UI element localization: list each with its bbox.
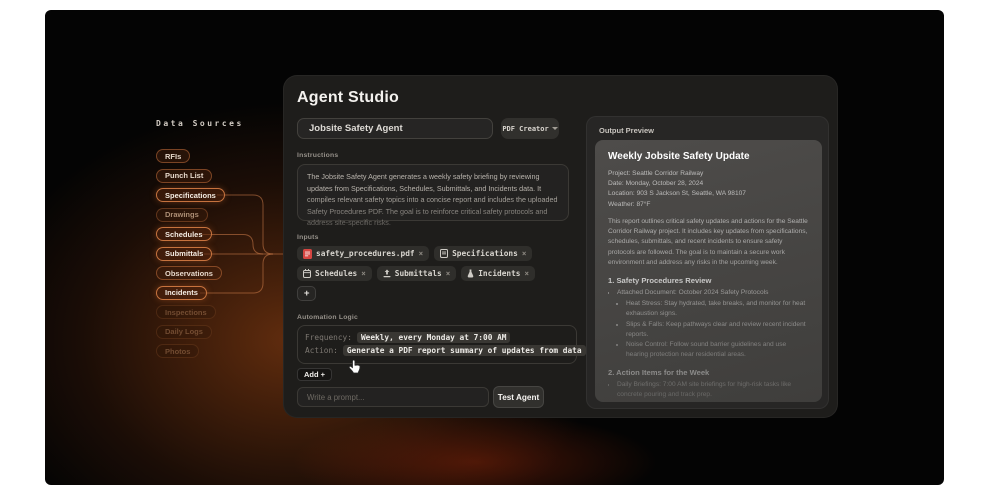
instructions-textarea[interactable]: The Jobsite Safety Agent generates a wee… <box>297 164 569 221</box>
output-preview-label: Output Preview <box>599 126 654 135</box>
report-section1-heading: 1. Safety Procedures Review <box>608 276 809 285</box>
report-card: Weekly Jobsite Safety Update Project: Se… <box>595 140 822 402</box>
instructions-text: The Jobsite Safety Agent generates a wee… <box>307 171 559 229</box>
report-section1-sublist: Heat Stress: Stay hydrated, take breaks,… <box>626 299 809 360</box>
output-preview-panel: Output Preview Weekly Jobsite Safety Upd… <box>586 116 829 409</box>
source-pill-schedules[interactable]: Schedules <box>156 227 212 241</box>
source-pill-submittals[interactable]: Submittals <box>156 247 212 261</box>
chip-label: Incidents <box>478 269 520 278</box>
report-section2-heading: 2. Action Items for the Week <box>608 368 809 377</box>
input-chips: safety_procedures.pdf × Specifications ×… <box>297 246 549 301</box>
agent-name-row: Jobsite Safety Agent PDF Creator <box>297 118 579 139</box>
automation-label: Automation Logic <box>297 314 579 321</box>
app-canvas: Data Sources RFIs Punch List Specificati… <box>45 10 944 485</box>
report-sub-bullet: Slips & Falls: Keep pathways clear and r… <box>626 320 809 340</box>
calendar-icon <box>303 269 311 278</box>
report-section2-list: Daily Briefings: 7:00 AM site briefings … <box>617 380 809 402</box>
add-input-button[interactable]: + <box>297 286 316 301</box>
upload-icon <box>383 269 391 278</box>
chevron-down-icon <box>552 127 558 130</box>
chip-label: Schedules <box>315 269 357 278</box>
instructions-label: Instructions <box>297 152 579 159</box>
source-pill-daily-logs[interactable]: Daily Logs <box>156 325 212 339</box>
prompt-input[interactable]: Write a prompt... <box>297 387 489 407</box>
source-pill-punch-list[interactable]: Punch List <box>156 169 212 183</box>
chip-label: Specifications <box>452 249 518 258</box>
incident-icon <box>467 269 474 278</box>
input-chip-submittals[interactable]: Submittals × <box>377 266 456 281</box>
report-meta-weather: Weather: 87°F <box>608 200 809 210</box>
report-bullet: Daily Briefings: 7:00 AM site briefings … <box>617 380 809 400</box>
page-title: Agent Studio <box>297 89 579 107</box>
frequency-value[interactable]: Weekly, every Monday at 7:00 AM <box>357 332 511 343</box>
output-type-dropdown[interactable]: PDF Creator <box>501 118 559 139</box>
frequency-row: Frequency: Weekly, every Monday at 7:00 … <box>305 332 569 343</box>
report-intro: This report outlines critical safety upd… <box>608 217 809 268</box>
inputs-label: Inputs <box>297 234 579 241</box>
source-pill-rfis[interactable]: RFIs <box>156 149 190 163</box>
remove-chip-icon[interactable]: × <box>361 269 366 278</box>
output-type-label: PDF Creator <box>502 125 548 133</box>
agent-name-input[interactable]: Jobsite Safety Agent <box>297 118 493 139</box>
source-pill-specifications[interactable]: Specifications <box>156 188 225 202</box>
report-bullet: Attached Document: October 2024 Safety P… <box>617 288 809 298</box>
sidebar-title: Data Sources <box>156 119 244 128</box>
page: Data Sources RFIs Punch List Specificati… <box>0 0 990 495</box>
report-meta-project: Project: Seattle Corridor Railway <box>608 169 809 179</box>
report-sub-bullet: Noise Control: Follow sound barrier guid… <box>626 340 809 360</box>
source-pill-photos[interactable]: Photos <box>156 344 199 358</box>
report-bullet: Incident Review: Address causes of minor… <box>617 401 809 402</box>
agent-studio-panel: Agent Studio Jobsite Safety Agent PDF Cr… <box>283 75 838 418</box>
source-pill-incidents[interactable]: Incidents <box>156 286 207 300</box>
source-pill-drawings[interactable]: Drawings <box>156 208 208 222</box>
input-chip-specifications[interactable]: Specifications × <box>434 246 532 261</box>
pdf-icon <box>303 249 312 259</box>
chip-label: Submittals <box>395 269 442 278</box>
report-meta-location: Location: 903 S Jackson St, Seattle, WA … <box>608 189 809 199</box>
report-content: Weekly Jobsite Safety Update Project: Se… <box>608 151 809 402</box>
test-agent-button[interactable]: Test Agent <box>493 386 544 408</box>
input-chip-safety-procedures[interactable]: safety_procedures.pdf × <box>297 246 429 261</box>
source-pill-inspections[interactable]: Inspections <box>156 305 216 319</box>
input-chip-schedules[interactable]: Schedules × <box>297 266 372 281</box>
remove-chip-icon[interactable]: × <box>522 249 527 258</box>
action-label: Action: <box>305 346 338 355</box>
report-meta: Project: Seattle Corridor Railway Date: … <box>608 169 809 210</box>
automation-box: Frequency: Weekly, every Monday at 7:00 … <box>297 325 577 364</box>
report-sub-bullet: Heat Stress: Stay hydrated, take breaks,… <box>626 299 809 319</box>
report-title: Weekly Jobsite Safety Update <box>608 151 809 162</box>
action-row: Action: Generate a PDF report summary of… <box>305 345 569 356</box>
report-meta-date: Date: Monday, October 28, 2024 <box>608 179 809 189</box>
report-section1-list: Attached Document: October 2024 Safety P… <box>617 288 809 360</box>
document-icon <box>440 249 448 258</box>
hand-cursor-icon <box>348 360 361 374</box>
remove-chip-icon[interactable]: × <box>419 249 424 258</box>
frequency-label: Frequency: <box>305 333 352 342</box>
add-rule-button[interactable]: Add + <box>297 368 332 381</box>
remove-chip-icon[interactable]: × <box>446 269 451 278</box>
input-chip-incidents[interactable]: Incidents × <box>461 266 535 281</box>
remove-chip-icon[interactable]: × <box>524 269 529 278</box>
chip-label: safety_procedures.pdf <box>316 249 415 258</box>
agent-form-column: Agent Studio Jobsite Safety Agent PDF Cr… <box>297 76 579 382</box>
source-pill-observations[interactable]: Observations <box>156 266 222 280</box>
action-value[interactable]: Generate a PDF report summary of updates… <box>343 345 586 356</box>
